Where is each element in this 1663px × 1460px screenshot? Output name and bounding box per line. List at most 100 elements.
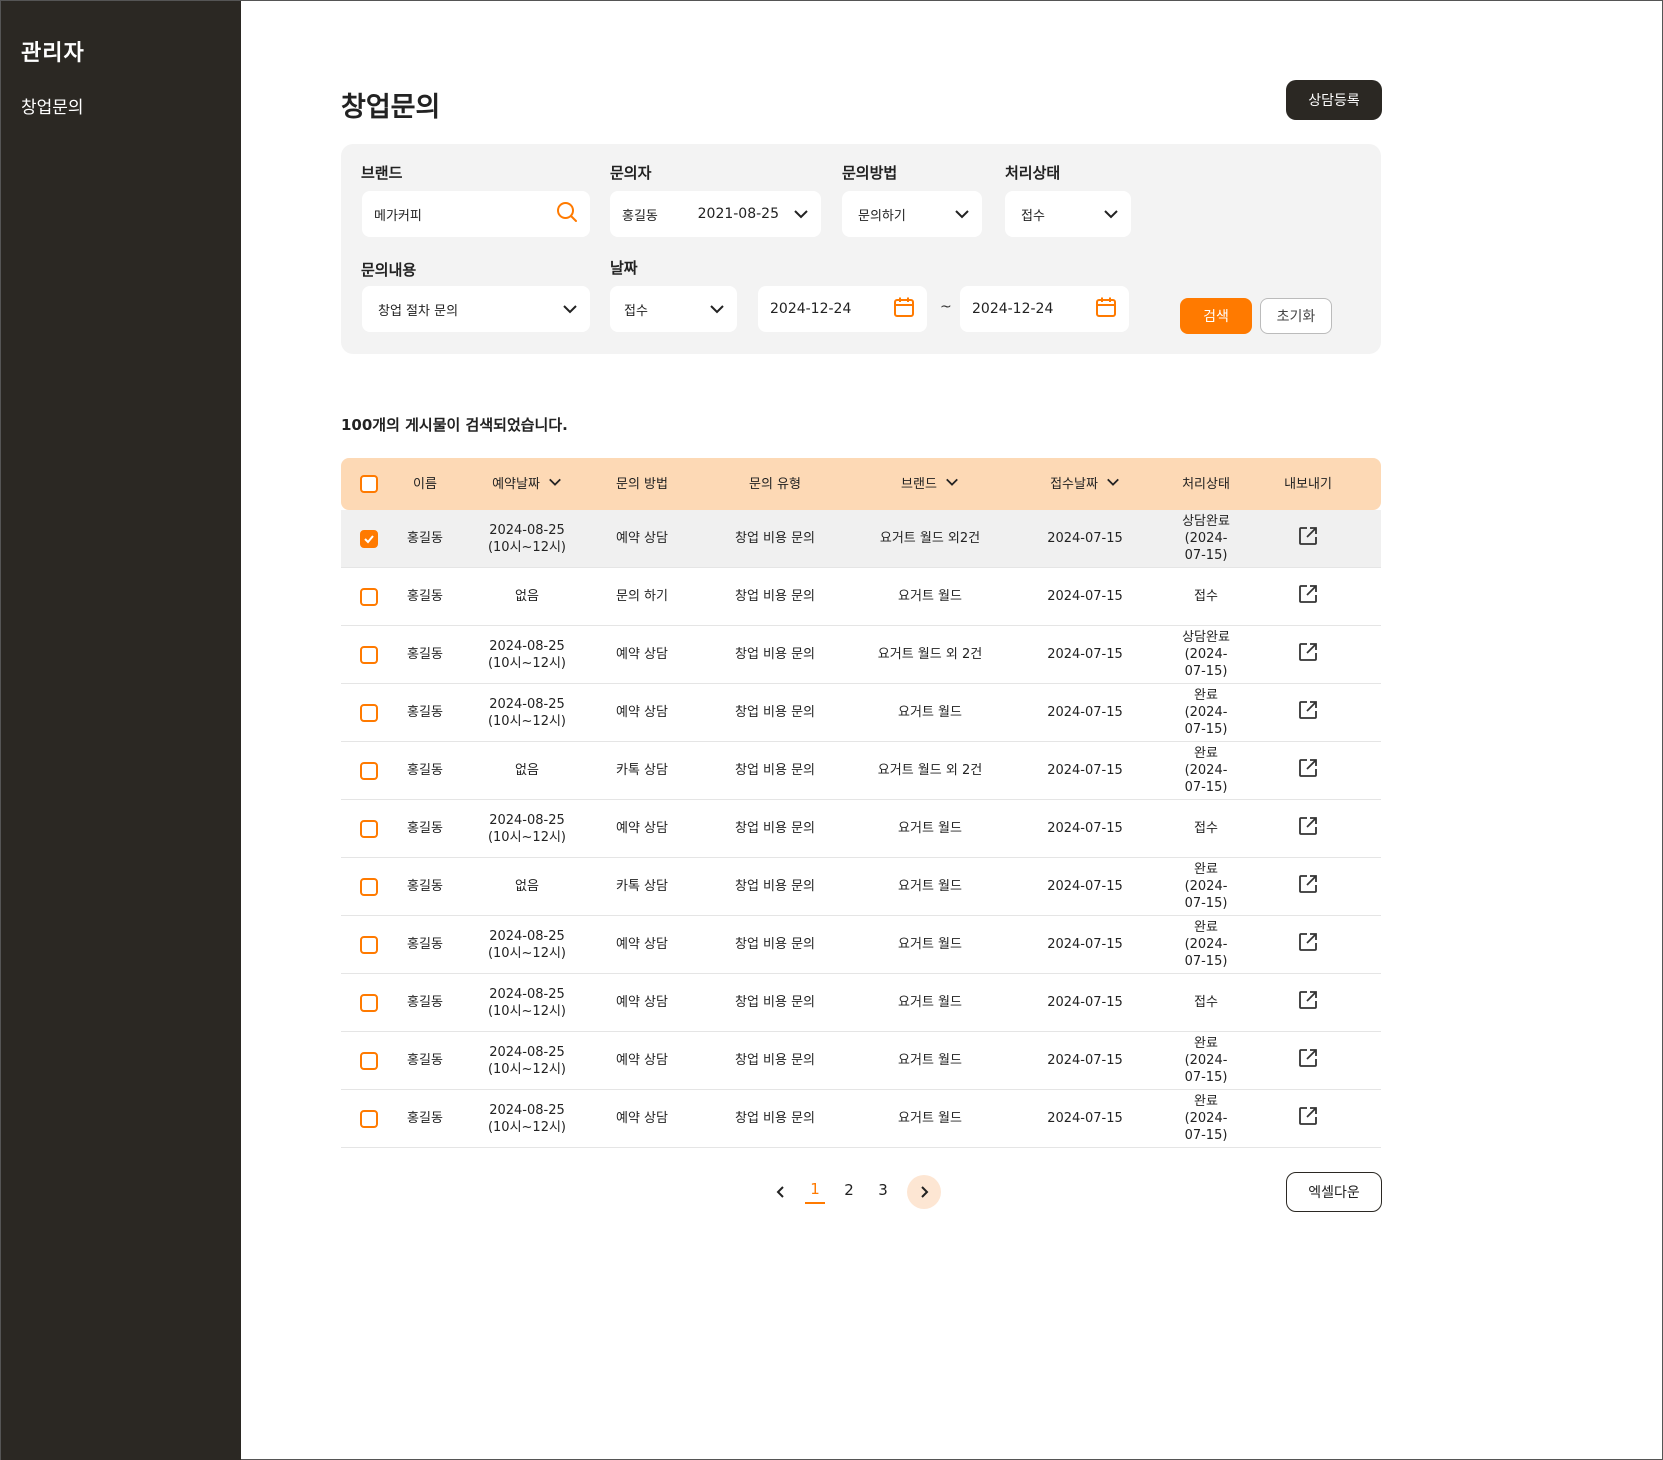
cell-method: 문의 하기 xyxy=(616,589,668,604)
reservation-date-line: 2024-08-25 xyxy=(489,812,565,828)
cell-name: 홍길동 xyxy=(407,937,443,952)
table-row[interactable]: 홍길동 2024-08-25 (10시~12시) 예약 상담 창업 비용 문의 요거트 월… xyxy=(341,510,1381,568)
prev-page-icon[interactable] xyxy=(771,1182,791,1202)
cell-type: 창업 비용 문의 xyxy=(734,937,816,952)
row-checkbox[interactable] xyxy=(360,1051,378,1070)
row-checkbox[interactable] xyxy=(360,703,378,722)
external-link-icon[interactable] xyxy=(1297,1105,1319,1132)
table-row[interactable]: 홍길동 2024-08-25 (10시~12시) 예약 상담 창업 비용 문의 요거트 월… xyxy=(341,1032,1381,1090)
cell-brand: 요거트 월드 외 2건 xyxy=(877,647,983,662)
row-checkbox[interactable] xyxy=(360,761,378,780)
header-received-date[interactable]: 접수날짜 xyxy=(993,475,1177,494)
register-consultation-button[interactable]: 상담등록 xyxy=(1286,80,1382,120)
cell-status: 완료 (2024-07-15) xyxy=(1177,687,1235,738)
header-method: 문의 방법 xyxy=(616,476,668,492)
row-checkbox[interactable] xyxy=(360,819,378,838)
page-3[interactable]: 3 xyxy=(873,1181,893,1203)
row-checkbox-cell xyxy=(341,761,397,780)
method-select[interactable]: 문의하기 xyxy=(842,191,982,237)
table-row[interactable]: 홍길동 2024-08-25 (10시~12시) 예약 상담 창업 비용 문의 요거트 월… xyxy=(341,684,1381,742)
brand-search-field[interactable] xyxy=(362,191,590,237)
header-reservation-date[interactable]: 예약날짜 xyxy=(453,475,601,494)
external-link-icon[interactable] xyxy=(1297,699,1319,726)
sort-chevron-icon[interactable] xyxy=(945,475,959,494)
sort-chevron-icon[interactable] xyxy=(548,475,562,494)
table-row[interactable]: 홍길동 2024-08-25 (10시~12시) 예약 상담 창업 비용 문의 요거트 월… xyxy=(341,916,1381,974)
external-link-icon[interactable] xyxy=(1297,583,1319,610)
next-page-icon[interactable] xyxy=(907,1175,941,1209)
cell-type: 창업 비용 문의 xyxy=(734,763,816,778)
cell-export xyxy=(1235,873,1381,900)
page-2[interactable]: 2 xyxy=(839,1181,859,1203)
content-select[interactable]: 창업 절차 문의 xyxy=(362,286,590,332)
reservation-time-line: (10시~12시) xyxy=(487,829,567,845)
date-from-value: 2024-12-24 xyxy=(770,301,852,317)
table-row[interactable]: 홍길동 2024-08-25 (10시~12시) 예약 상담 창업 비용 문의 요거트 월… xyxy=(341,626,1381,684)
cell-reservation-date: 없음 xyxy=(453,588,601,605)
row-checkbox[interactable] xyxy=(360,645,378,664)
row-checkbox[interactable] xyxy=(360,993,378,1012)
cell-type: 창업 비용 문의 xyxy=(734,531,816,546)
cell-reservation-date: 2024-08-25 (10시~12시) xyxy=(453,522,601,556)
table-row[interactable]: 홍길동 없음 문의 하기 창업 비용 문의 요거트 월드 2024-07-15 접수 xyxy=(341,568,1381,626)
row-checkbox[interactable] xyxy=(360,587,378,606)
calendar-icon[interactable] xyxy=(893,296,915,322)
status-select[interactable]: 접수 xyxy=(1005,191,1131,237)
cell-reservation-date: 2024-08-25 (10시~12시) xyxy=(453,696,601,730)
cell-type: 창업 비용 문의 xyxy=(734,879,816,894)
table-row[interactable]: 홍길동 2024-08-25 (10시~12시) 예약 상담 창업 비용 문의 요거트 월… xyxy=(341,974,1381,1032)
cell-status: 완료 (2024-07-15) xyxy=(1177,861,1235,912)
search-button[interactable]: 검색 xyxy=(1180,298,1252,334)
external-link-icon[interactable] xyxy=(1297,873,1319,900)
inquirer-name-value: 홍길동 xyxy=(622,208,658,224)
date-type-select[interactable]: 접수 xyxy=(610,286,737,332)
sort-chevron-icon[interactable] xyxy=(1106,475,1120,494)
cell-type: 창업 비용 문의 xyxy=(734,647,816,662)
header-reservation-date-label: 예약날짜 xyxy=(492,476,540,492)
cell-method: 예약 상담 xyxy=(616,705,668,720)
brand-search-input[interactable] xyxy=(374,206,556,222)
page-1[interactable]: 1 xyxy=(805,1180,825,1204)
content-label: 문의내용 xyxy=(361,261,417,279)
cell-brand: 요거트 월드 외2건 xyxy=(879,531,981,546)
row-checkbox[interactable] xyxy=(360,529,378,548)
row-checkbox[interactable] xyxy=(360,935,378,954)
reservation-date-line: 2024-08-25 xyxy=(489,1102,565,1118)
calendar-icon[interactable] xyxy=(1095,296,1117,322)
excel-download-button[interactable]: 엑셀다운 xyxy=(1286,1172,1382,1212)
table-row[interactable]: 홍길동 2024-08-25 (10시~12시) 예약 상담 창업 비용 문의 요거트 월… xyxy=(341,1090,1381,1148)
cell-received-date: 2024-07-15 xyxy=(1047,879,1123,894)
reset-button[interactable]: 초기화 xyxy=(1260,298,1332,334)
row-checkbox[interactable] xyxy=(360,1109,378,1128)
header-status: 처리상태 xyxy=(1182,476,1230,492)
external-link-icon[interactable] xyxy=(1297,989,1319,1016)
sidebar-item-startup-inquiry[interactable]: 창업문의 xyxy=(21,93,221,118)
cell-status: 상담완료 (2024-07-15) xyxy=(1177,513,1235,564)
header-brand[interactable]: 브랜드 xyxy=(867,475,993,494)
table-row[interactable]: 홍길동 없음 카톡 상담 창업 비용 문의 요거트 월드 2024-07-15 완료 (202… xyxy=(341,858,1381,916)
table-row[interactable]: 홍길동 없음 카톡 상담 창업 비용 문의 요거트 월드 외 2건 2024-07-15 완… xyxy=(341,742,1381,800)
date-to-field[interactable]: 2024-12-24 xyxy=(960,286,1129,332)
cell-export xyxy=(1235,699,1381,726)
cell-method: 예약 상담 xyxy=(616,1111,668,1126)
cell-name: 홍길동 xyxy=(407,647,443,662)
external-link-icon[interactable] xyxy=(1297,931,1319,958)
date-from-field[interactable]: 2024-12-24 xyxy=(758,286,927,332)
external-link-icon[interactable] xyxy=(1297,757,1319,784)
cell-method: 카톡 상담 xyxy=(616,879,668,894)
row-checkbox-cell xyxy=(341,993,397,1012)
status-line: 완료 xyxy=(1194,862,1218,877)
cell-name: 홍길동 xyxy=(407,1053,443,1068)
cell-type: 창업 비용 문의 xyxy=(734,1053,816,1068)
inquirer-select[interactable]: 홍길동 2021-08-25 xyxy=(610,191,821,237)
external-link-icon[interactable] xyxy=(1297,641,1319,668)
external-link-icon[interactable] xyxy=(1297,815,1319,842)
status-line: 상담완료 xyxy=(1182,630,1230,645)
select-all-checkbox[interactable] xyxy=(360,475,378,493)
external-link-icon[interactable] xyxy=(1297,525,1319,552)
cell-received-date: 2024-07-15 xyxy=(1047,1053,1123,1068)
search-icon[interactable] xyxy=(556,201,578,227)
row-checkbox[interactable] xyxy=(360,877,378,896)
external-link-icon[interactable] xyxy=(1297,1047,1319,1074)
table-row[interactable]: 홍길동 2024-08-25 (10시~12시) 예약 상담 창업 비용 문의 요거트 월… xyxy=(341,800,1381,858)
